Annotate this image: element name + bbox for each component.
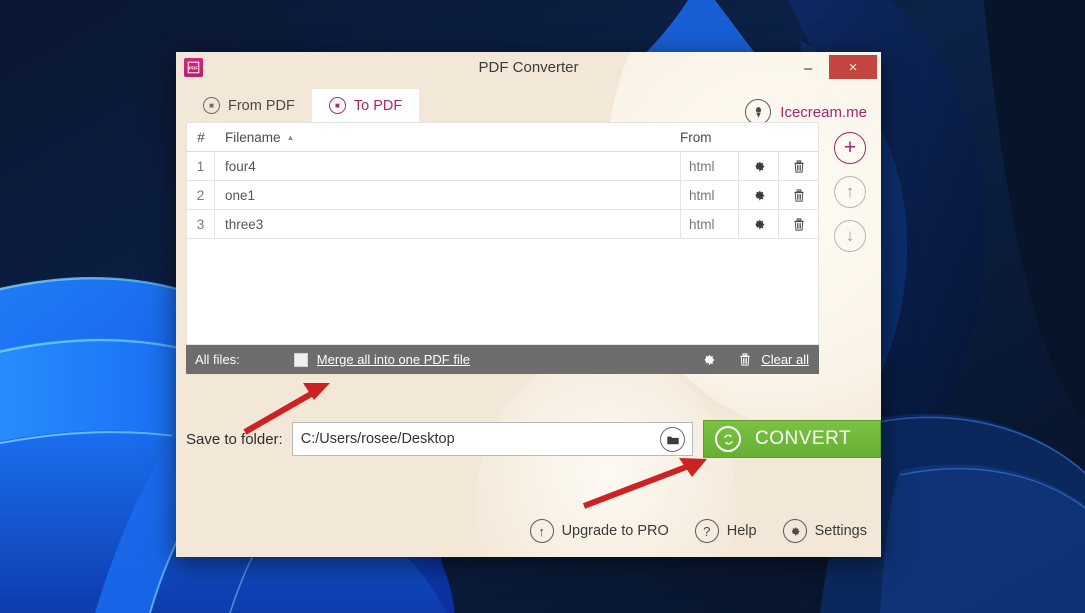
- minimize-button[interactable]: –: [793, 56, 823, 80]
- row-source-format: html: [680, 181, 738, 209]
- from-pdf-icon: ■: [203, 97, 220, 114]
- file-list-table: # Filename ▲ From 1 four4 html 2 one1 ht…: [186, 122, 819, 345]
- upgrade-to-pro-label: Upgrade to PRO: [561, 523, 669, 539]
- convert-button-label: CONVERT: [755, 428, 852, 449]
- help-label: Help: [726, 523, 757, 539]
- column-header-filename-label: Filename: [225, 129, 281, 145]
- folder-icon[interactable]: [660, 427, 685, 452]
- table-row[interactable]: 2 one1 html: [187, 181, 818, 210]
- to-pdf-icon: ■: [328, 97, 346, 114]
- all-files-toolbar: All files: Merge all into one PDF file C…: [186, 345, 819, 374]
- settings-label: Settings: [814, 523, 867, 539]
- add-file-button[interactable]: +: [834, 132, 866, 164]
- output-path-value: C:/Users/rosee/Desktop: [300, 431, 455, 447]
- row-delete-button[interactable]: [778, 181, 818, 209]
- row-filename: one1: [225, 187, 256, 203]
- table-header-row: # Filename ▲ From: [187, 123, 818, 152]
- convert-button[interactable]: CONVERT: [703, 420, 881, 458]
- help-button[interactable]: ? Help: [694, 519, 757, 543]
- row-source-format: html: [680, 152, 738, 180]
- row-number: 3: [187, 210, 215, 238]
- row-source-format: html: [680, 210, 738, 238]
- settings-button[interactable]: Settings: [782, 519, 867, 543]
- row-settings-button[interactable]: [738, 210, 778, 238]
- merge-all-label[interactable]: Merge all into one PDF file: [317, 352, 470, 367]
- all-files-settings-button[interactable]: [700, 352, 716, 368]
- pdf-converter-window: PDF PDF Converter – × Icecream.me ■ From…: [176, 52, 881, 557]
- row-delete-button[interactable]: [778, 210, 818, 238]
- output-path-field[interactable]: C:/Users/rosee/Desktop: [291, 422, 693, 456]
- refresh-icon: [715, 426, 741, 452]
- tab-from-pdf-label: From PDF: [228, 97, 295, 114]
- tab-from-pdf[interactable]: ■ From PDF: [186, 89, 312, 122]
- all-files-label: All files:: [195, 352, 240, 367]
- table-row[interactable]: 3 three3 html: [187, 210, 818, 239]
- column-header-from: From: [680, 129, 712, 145]
- tab-to-pdf-label: To PDF: [353, 97, 403, 114]
- move-down-button[interactable]: ↓: [834, 220, 866, 252]
- question-mark-icon: ?: [694, 519, 719, 543]
- tab-bar: ■ From PDF ■ To PDF: [186, 85, 881, 122]
- arrow-up-icon: ↑: [529, 519, 554, 543]
- title-bar: PDF PDF Converter – ×: [176, 52, 881, 85]
- footer-actions: ↑ Upgrade to PRO ? Help Settings: [176, 519, 867, 543]
- table-row[interactable]: 1 four4 html: [187, 152, 818, 181]
- side-action-buttons: + ↑ ↓: [828, 132, 872, 252]
- column-header-filename[interactable]: Filename ▲: [215, 130, 672, 145]
- row-filename: three3: [225, 216, 264, 232]
- desktop: PDF PDF Converter – × Icecream.me ■ From…: [0, 0, 1085, 613]
- move-up-button[interactable]: ↑: [834, 176, 866, 208]
- upgrade-to-pro-button[interactable]: ↑ Upgrade to PRO: [529, 519, 669, 543]
- main-panel: # Filename ▲ From 1 four4 html 2 one1 ht…: [186, 122, 881, 492]
- clear-all-trash-icon[interactable]: [738, 352, 752, 367]
- save-to-folder-row: Save to folder: C:/Users/rosee/Desktop C…: [186, 420, 881, 458]
- gear-icon: [782, 519, 807, 543]
- clear-all-button[interactable]: Clear all: [761, 352, 809, 367]
- column-header-number: #: [197, 129, 205, 145]
- merge-all-checkbox[interactable]: [293, 352, 308, 367]
- window-title: PDF Converter: [478, 59, 579, 76]
- close-button[interactable]: ×: [829, 55, 877, 79]
- sort-ascending-icon: ▲: [286, 133, 295, 143]
- tab-to-pdf[interactable]: ■ To PDF: [311, 89, 420, 122]
- row-number: 1: [187, 152, 215, 180]
- row-settings-button[interactable]: [738, 152, 778, 180]
- save-to-folder-label: Save to folder:: [186, 430, 283, 448]
- row-delete-button[interactable]: [778, 152, 818, 180]
- row-settings-button[interactable]: [738, 181, 778, 209]
- row-number: 2: [187, 181, 215, 209]
- row-filename: four4: [225, 158, 256, 174]
